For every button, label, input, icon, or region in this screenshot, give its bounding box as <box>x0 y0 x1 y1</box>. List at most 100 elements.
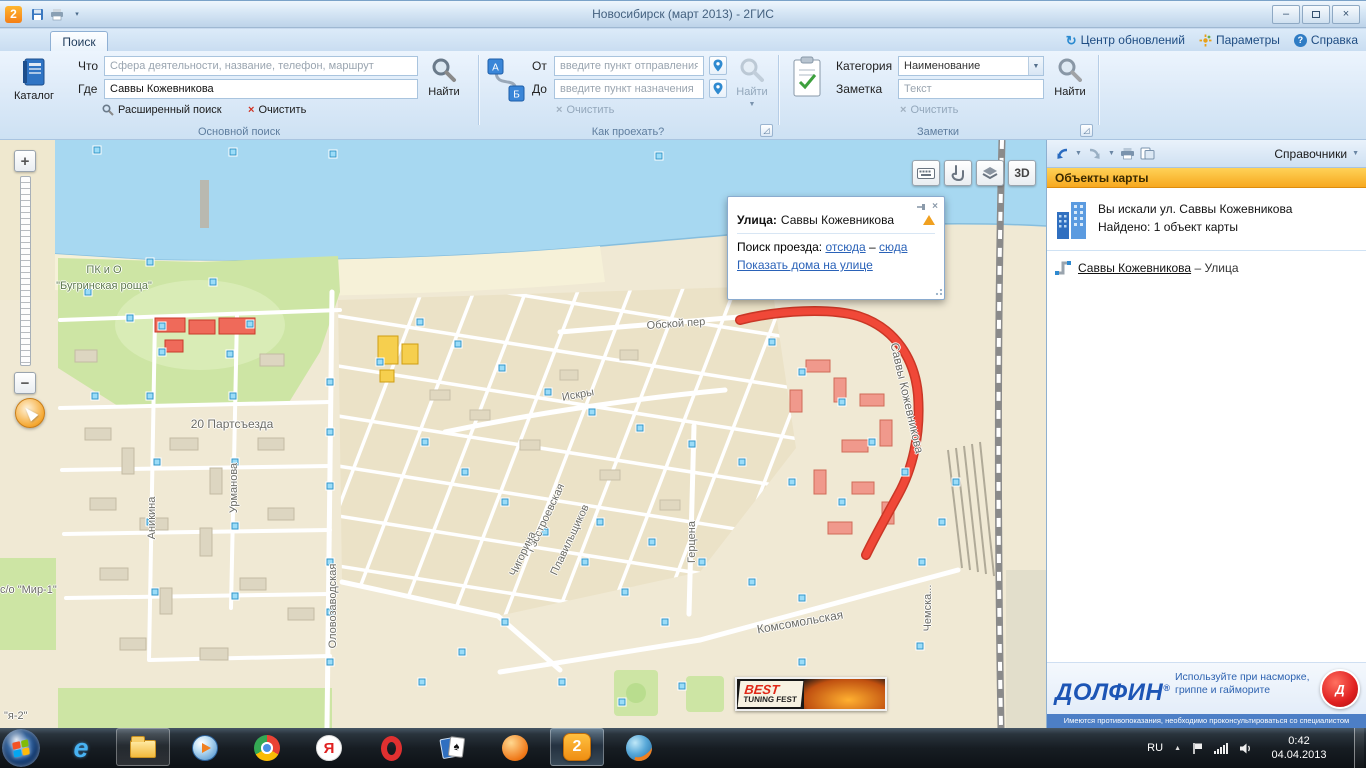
map-object-marker[interactable] <box>210 279 217 286</box>
map-object-marker[interactable] <box>656 153 663 160</box>
map-object-marker[interactable] <box>327 379 334 386</box>
map-object-marker[interactable] <box>622 589 629 596</box>
map-object-marker[interactable] <box>699 559 706 566</box>
map-object-marker[interactable] <box>789 479 796 486</box>
taskbar-media-player-button[interactable] <box>178 728 232 768</box>
map-object-marker[interactable] <box>589 409 596 416</box>
print-list-button[interactable] <box>1120 147 1135 160</box>
route-from-input[interactable] <box>554 56 704 76</box>
export-list-button[interactable] <box>1140 147 1155 160</box>
taskbar-orange-app-button[interactable] <box>488 728 542 768</box>
help-button[interactable]: ? Справка <box>1294 33 1358 47</box>
tab-search[interactable]: Поиск <box>50 31 108 51</box>
map-object-marker[interactable] <box>917 643 924 650</box>
map-object-marker[interactable] <box>232 523 239 530</box>
map-object-marker[interactable] <box>662 619 669 626</box>
map-object-marker[interactable] <box>230 393 237 400</box>
map-object-marker[interactable] <box>327 659 334 666</box>
map-object-marker[interactable] <box>159 323 166 330</box>
taskbar-ie-button[interactable]: e <box>54 728 108 768</box>
map-object-marker[interactable] <box>799 595 806 602</box>
taskbar-opera-button[interactable] <box>364 728 418 768</box>
map-object-marker[interactable] <box>85 289 92 296</box>
action-center-flag-icon[interactable] <box>1192 742 1203 755</box>
touch-mode-button[interactable] <box>944 160 972 186</box>
start-button[interactable] <box>2 729 40 767</box>
map-object-marker[interactable] <box>327 559 334 566</box>
qat-menu-icon[interactable]: ▾ <box>67 5 87 23</box>
warning-icon[interactable] <box>923 215 935 225</box>
map-object-marker[interactable] <box>499 365 506 372</box>
map-object-marker[interactable] <box>597 519 604 526</box>
app-logo-icon[interactable]: 2 <box>5 6 22 23</box>
reference-dropdown-icon[interactable]: ▼ <box>1352 150 1359 157</box>
map-object-marker[interactable] <box>94 147 101 154</box>
map-object-marker[interactable] <box>92 393 99 400</box>
taskbar-chrome-button[interactable] <box>240 728 294 768</box>
map-object-marker[interactable] <box>919 559 926 566</box>
maximize-button[interactable] <box>1302 5 1330 24</box>
map-object-marker[interactable] <box>939 519 946 526</box>
save-icon[interactable] <box>27 5 47 23</box>
show-houses-link[interactable]: Показать дома на улице <box>737 258 873 272</box>
route-from-here-link[interactable]: отсюда <box>825 240 865 254</box>
layers-button[interactable] <box>976 160 1004 186</box>
map-object-marker[interactable] <box>247 321 254 328</box>
close-popup-icon[interactable]: × <box>932 201 938 212</box>
map-object-marker[interactable] <box>147 393 154 400</box>
map-object-marker[interactable] <box>953 479 960 486</box>
map-object-marker[interactable] <box>232 593 239 600</box>
history-back-button[interactable] <box>1054 147 1070 161</box>
clock[interactable]: 0:42 04.04.2013 <box>1263 734 1335 763</box>
find-button-route[interactable]: Найти ▼ <box>728 53 776 127</box>
compass-control[interactable] <box>15 398 45 428</box>
map-object-marker[interactable] <box>330 151 337 158</box>
map-object-marker[interactable] <box>799 369 806 376</box>
tray-expand-icon[interactable]: ▲ <box>1174 745 1181 752</box>
result-list-item[interactable]: Саввы Кожевникова – Улица <box>1047 251 1366 285</box>
zoom-out-button[interactable]: − <box>14 372 36 394</box>
map-object-marker[interactable] <box>327 609 334 616</box>
map-object-marker[interactable] <box>582 559 589 566</box>
map-object-marker[interactable] <box>542 529 549 536</box>
map-object-marker[interactable] <box>232 459 239 466</box>
clear-button-route[interactable]: × Очистить <box>556 104 614 116</box>
where-input[interactable] <box>104 79 418 99</box>
notes-dialog-launcher[interactable]: ◿ <box>1080 124 1093 137</box>
map-object-marker[interactable] <box>869 439 876 446</box>
map-object-marker[interactable] <box>502 619 509 626</box>
find-button-notes[interactable]: Найти <box>1046 53 1094 127</box>
map-object-marker[interactable] <box>619 699 626 706</box>
forward-dropdown-icon[interactable]: ▼ <box>1108 150 1115 157</box>
minimize-button[interactable]: – <box>1272 5 1300 24</box>
pick-to-on-map-button[interactable] <box>709 79 727 98</box>
map-object-marker[interactable] <box>799 659 806 666</box>
map-object-marker[interactable] <box>739 459 746 466</box>
update-center-button[interactable]: ↻ Центр обновлений <box>1066 33 1185 47</box>
zoom-slider[interactable] <box>20 176 31 366</box>
map-object-marker[interactable] <box>147 259 154 266</box>
route-to-input[interactable] <box>554 79 704 99</box>
pick-from-on-map-button[interactable] <box>709 56 727 75</box>
map-object-marker[interactable] <box>419 679 426 686</box>
route-to-here-link[interactable]: сюда <box>879 240 907 254</box>
back-dropdown-icon[interactable]: ▼ <box>1075 150 1082 157</box>
keyboard-button[interactable] <box>912 160 940 186</box>
map-object-marker[interactable] <box>154 459 161 466</box>
map-object-marker[interactable] <box>502 499 509 506</box>
volume-icon[interactable] <box>1239 742 1252 755</box>
advanced-search-button[interactable]: Расширенный поиск <box>102 104 222 116</box>
map-object-marker[interactable] <box>902 469 909 476</box>
map-object-marker[interactable] <box>147 519 154 526</box>
print-icon[interactable] <box>47 5 67 23</box>
map-object-marker[interactable] <box>839 499 846 506</box>
map-object-marker[interactable] <box>559 679 566 686</box>
map-object-marker[interactable] <box>152 589 159 596</box>
map-object-marker[interactable] <box>462 469 469 476</box>
category-select[interactable]: Наименование ▼ <box>898 56 1044 76</box>
taskbar-yandex-button[interactable]: Я <box>302 728 356 768</box>
map-object-marker[interactable] <box>769 339 776 346</box>
map-object-marker[interactable] <box>455 341 462 348</box>
find-button-main[interactable]: Найти <box>420 53 468 127</box>
map-object-marker[interactable] <box>227 351 234 358</box>
